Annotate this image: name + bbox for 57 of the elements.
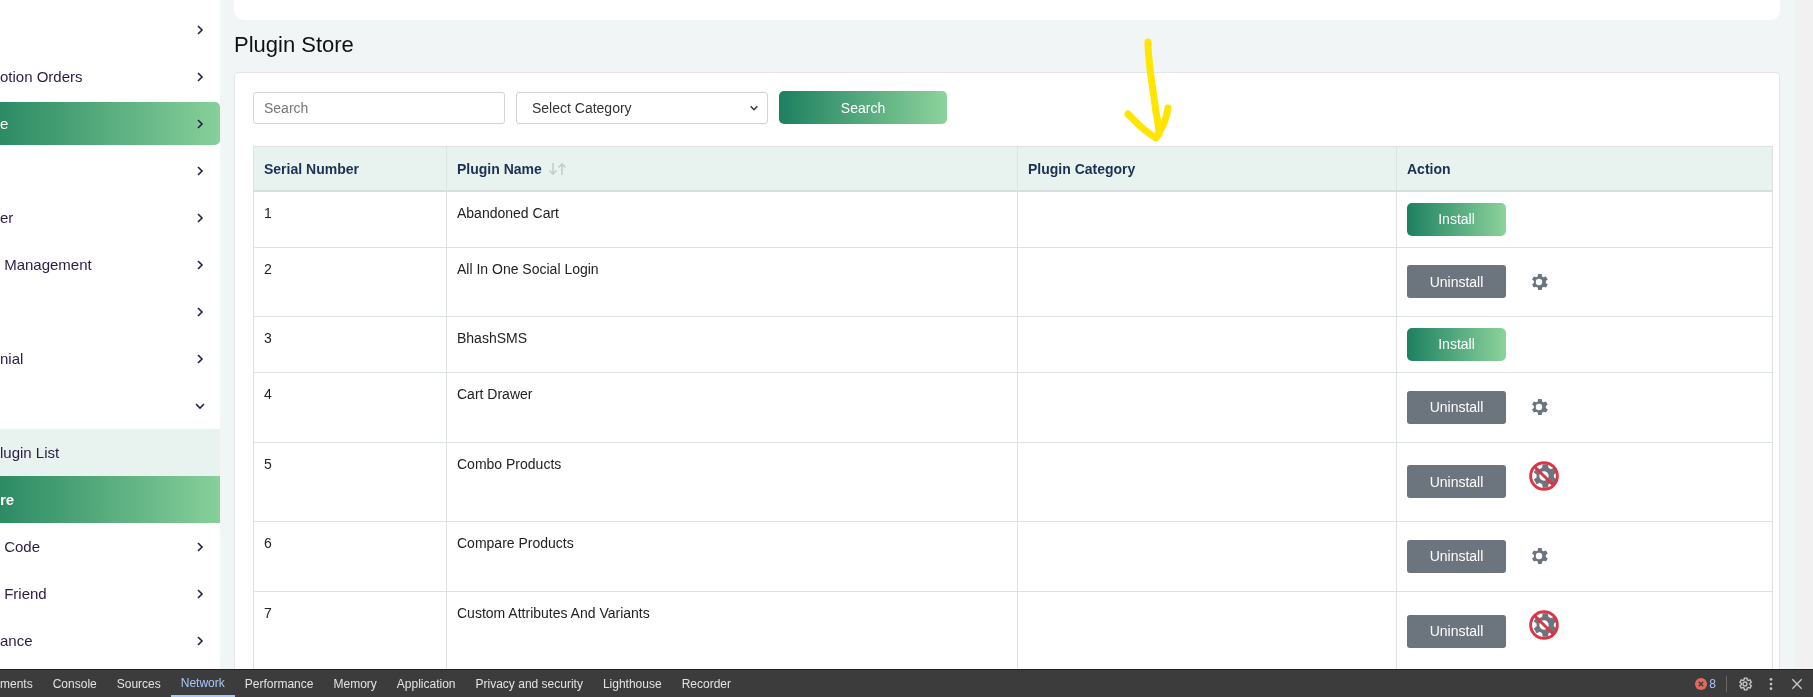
- sidebar-item[interactable]: ance: [0, 617, 220, 664]
- settings-icon[interactable]: [1737, 675, 1753, 692]
- sidebar-item[interactable]: Code: [0, 523, 220, 570]
- uninstall-button[interactable]: Uninstall: [1407, 539, 1506, 573]
- sidebar-item[interactable]: Friend: [0, 570, 220, 617]
- page-title: Plugin Store: [234, 32, 355, 58]
- devtools-tab[interactable]: Lighthouse: [592, 670, 672, 697]
- column-header: Plugin Category: [1017, 146, 1397, 191]
- table-cell: Compare Products: [446, 521, 1018, 591]
- table-cell: 4: [253, 372, 447, 442]
- column-header: Action: [1396, 146, 1773, 191]
- uninstall-button[interactable]: Uninstall: [1407, 390, 1506, 424]
- sidebar-item-label: er: [0, 209, 14, 226]
- table-cell: Cart Drawer: [446, 372, 1018, 442]
- sidebar-subitem[interactable]: re: [0, 476, 220, 523]
- devtools-tab[interactable]: Privacy and security: [465, 670, 593, 697]
- devtools-tab[interactable]: Network: [170, 670, 235, 697]
- category-select[interactable]: Select Category: [516, 91, 768, 124]
- sidebar-item-label: Management: [3, 256, 92, 273]
- sidebar-item[interactable]: nial: [0, 335, 220, 382]
- table-cell: BhashSMS: [446, 316, 1018, 372]
- table-cell: 2: [253, 247, 447, 316]
- sidebar-item-label: otion Orders: [0, 68, 83, 85]
- devtools-tab[interactable]: Memory: [323, 670, 387, 697]
- table-cell: 6: [253, 521, 447, 591]
- sidebar-item-label: Friend: [3, 585, 47, 602]
- uninstall-button[interactable]: Uninstall: [1407, 265, 1506, 298]
- devtools-tab[interactable]: Recorder: [671, 670, 741, 697]
- sidebar-subitem[interactable]: lugin List: [0, 429, 220, 476]
- search-field[interactable]: Search: [253, 91, 505, 124]
- sidebar-item-label: ance: [0, 632, 33, 649]
- table-cell: Abandoned Cart: [446, 191, 1018, 247]
- table-cell: All In One Social Login: [446, 247, 1018, 316]
- sidebar-item[interactable]: otion Orders: [0, 53, 220, 100]
- column-header: Serial Number: [253, 146, 447, 191]
- devtools-tab[interactable]: Console: [42, 670, 107, 697]
- uninstall-button[interactable]: Uninstall: [1407, 465, 1506, 498]
- sidebar-item-label: e: [0, 115, 9, 132]
- error-count-badge[interactable]: 8: [1695, 676, 1716, 691]
- table-cell: Combo Products: [446, 442, 1018, 521]
- column-header[interactable]: Plugin Name: [446, 146, 1018, 191]
- table-cell: 3: [253, 316, 447, 372]
- sidebar-item-label: Code: [3, 538, 41, 555]
- uninstall-button[interactable]: Uninstall: [1407, 614, 1506, 648]
- table-cell: 1: [253, 191, 447, 247]
- devtools-tab[interactable]: Sources: [106, 670, 171, 697]
- devtools-tab[interactable]: Application: [386, 670, 466, 697]
- devtools-tab[interactable]: ments: [0, 670, 43, 697]
- sidebar-item[interactable]: e: [0, 102, 220, 145]
- table-cell: 5: [253, 442, 447, 521]
- column-header-label: Plugin Name: [457, 160, 542, 177]
- sidebar-item-label: nial: [0, 350, 24, 367]
- sidebar-item[interactable]: er: [0, 194, 220, 241]
- sidebar-item[interactable]: Management: [0, 241, 220, 288]
- devtools-tab[interactable]: Performance: [234, 670, 324, 697]
- scrollbar[interactable]: [1795, 0, 1813, 669]
- error-icon: [1695, 677, 1708, 690]
